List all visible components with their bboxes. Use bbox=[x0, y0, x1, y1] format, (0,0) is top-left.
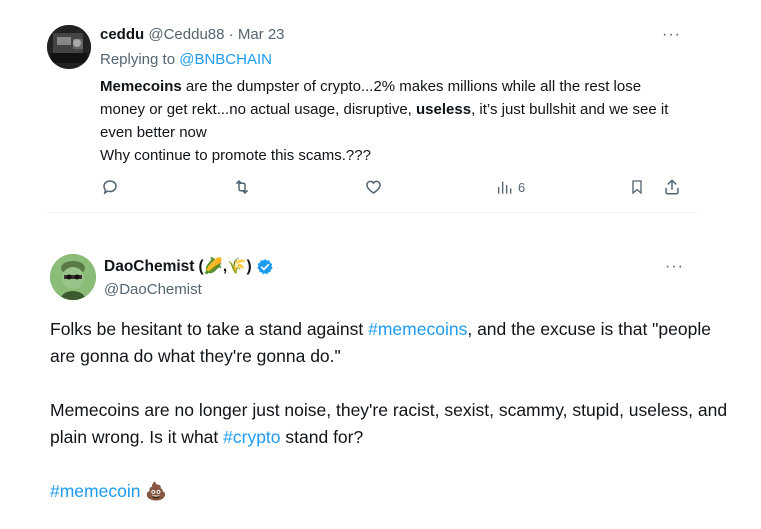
tweet2-more-icon[interactable]: ··· bbox=[665, 259, 684, 275]
reply-button[interactable] bbox=[101, 178, 119, 196]
avatar-ceddu[interactable] bbox=[47, 25, 91, 69]
tweet2-author-name-suffix: (🌽,🌾) bbox=[198, 258, 252, 275]
like-button[interactable] bbox=[364, 178, 383, 196]
tweet1-bold-memecoins: Memecoins bbox=[100, 78, 182, 95]
tweet1-text-line2: Why continue to promote this scams.??? bbox=[100, 147, 371, 164]
tweet2-paragraph-3: #memecoin 💩 bbox=[50, 478, 740, 505]
tweet1-body: Memecoins are the dumpster of crypto...2… bbox=[100, 75, 690, 167]
replying-to-link[interactable]: @BNBCHAIN bbox=[179, 51, 272, 68]
reply-icon bbox=[103, 180, 117, 195]
tweet2-p2-text-end: stand for? bbox=[280, 427, 364, 447]
tweet-divider bbox=[46, 212, 698, 213]
poop-emoji-icon: 💩 bbox=[145, 481, 168, 501]
tweet2-p1-text: Folks be hesitant to take a stand agains… bbox=[50, 319, 369, 339]
tweet1-date[interactable]: Mar 23 bbox=[238, 26, 285, 43]
tweet2-spacer-1 bbox=[50, 370, 740, 397]
views-count: 6 bbox=[518, 179, 526, 195]
tweet2-paragraph-2: Memecoins are no longer just noise, they… bbox=[50, 397, 740, 451]
like-icon bbox=[366, 180, 381, 194]
views-icon bbox=[498, 181, 512, 194]
share-icon bbox=[665, 179, 679, 195]
bookmark-icon bbox=[632, 180, 642, 195]
tweet1-author-name[interactable]: ceddu bbox=[100, 26, 144, 43]
tweet2-paragraph-1: Folks be hesitant to take a stand agains… bbox=[50, 316, 740, 370]
avatar-daochemist[interactable] bbox=[50, 254, 96, 300]
tweet2-author-name[interactable]: DaoChemist bbox=[104, 257, 194, 277]
hashtag-memecoin[interactable]: #memecoin bbox=[50, 481, 140, 501]
bookmark-button[interactable] bbox=[629, 178, 645, 196]
tweet2-header-name: DaoChemist (🌽,🌾) bbox=[104, 257, 274, 277]
tweet1-more-icon[interactable]: ··· bbox=[662, 27, 681, 43]
views-button[interactable]: 6 bbox=[496, 179, 525, 195]
replying-to-label: Replying to bbox=[100, 51, 176, 68]
tweet2-author-handle[interactable]: @DaoChemist bbox=[104, 281, 202, 299]
tweet1-replying-to: Replying to @BNBCHAIN bbox=[100, 51, 272, 69]
tweet2-body: Folks be hesitant to take a stand agains… bbox=[50, 316, 740, 505]
share-button[interactable] bbox=[663, 178, 681, 196]
hashtag-crypto[interactable]: #crypto bbox=[223, 427, 280, 447]
retweet-icon bbox=[236, 180, 248, 194]
verified-badge-icon bbox=[257, 259, 273, 275]
tweet1-header: ceddu @Ceddu88 · Mar 23 bbox=[100, 26, 285, 44]
hashtag-memecoins[interactable]: #memecoins bbox=[368, 319, 467, 339]
tweet1-author-handle[interactable]: @Ceddu88 bbox=[148, 26, 224, 43]
tweet2-p2-text: Memecoins are no longer just noise, they… bbox=[50, 400, 728, 447]
tweet1-bold-useless: useless bbox=[416, 101, 472, 118]
tweet1-separator: · bbox=[228, 26, 234, 43]
retweet-button[interactable] bbox=[232, 178, 252, 196]
tweet2-spacer-2 bbox=[50, 451, 740, 478]
